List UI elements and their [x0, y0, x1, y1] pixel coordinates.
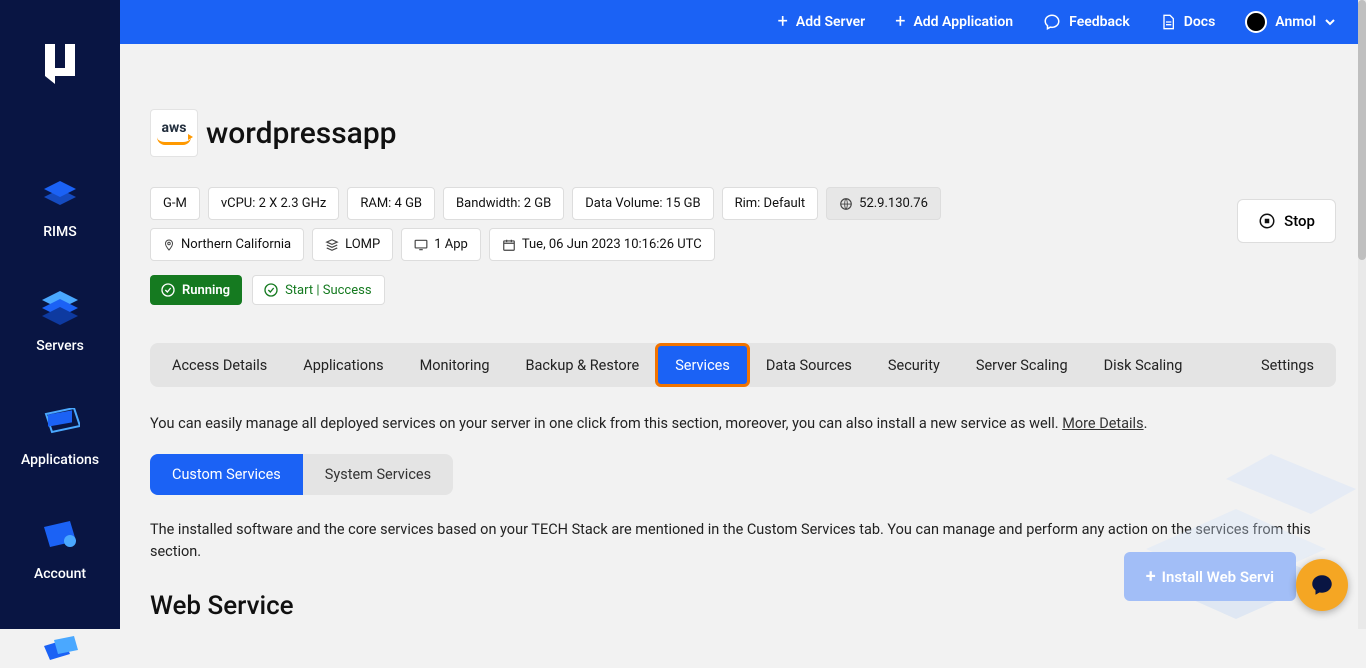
chip-bandwidth: Bandwidth: 2 GB [443, 187, 564, 220]
chat-icon [1309, 572, 1335, 598]
chip-ip[interactable]: 52.9.130.76 [826, 187, 941, 220]
tab-backup-restore[interactable]: Backup & Restore [508, 345, 658, 385]
sidebar-item-account[interactable]: Account [34, 518, 86, 582]
chevron-down-icon [1324, 16, 1336, 28]
services-intro: You can easily manage all deployed servi… [150, 415, 1336, 432]
sidebar-label: Servers [36, 338, 84, 354]
chat-icon [1043, 13, 1061, 31]
username-label: Anmol [1275, 14, 1316, 30]
tab-disk-scaling[interactable]: Disk Scaling [1086, 345, 1201, 385]
chip-region: Northern California [150, 228, 304, 261]
tab-services[interactable]: Services [657, 345, 748, 385]
last-action-badge: Start | Success [252, 275, 384, 305]
add-server-button[interactable]: + Add Server [778, 13, 866, 31]
server-tabs: Access Details Applications Monitoring B… [150, 343, 1336, 387]
topbar: + Add Server + Add Application Feedback … [120, 0, 1366, 44]
docs-label: Docs [1184, 14, 1216, 30]
globe-icon [839, 197, 853, 211]
servers-icon [42, 290, 78, 326]
sidebar-label: RIMS [43, 224, 77, 240]
account-icon [40, 518, 80, 554]
stack-icon [325, 238, 339, 252]
services-intro-period: . [1144, 415, 1148, 432]
stop-label: Stop [1284, 212, 1315, 230]
location-icon [163, 238, 175, 252]
services-intro-text: You can easily manage all deployed servi… [150, 415, 1062, 432]
subtab-custom-services[interactable]: Custom Services [150, 454, 303, 495]
applications-icon [40, 404, 80, 440]
scrollbar-thumb[interactable] [1358, 0, 1366, 260]
plus-icon: + [895, 13, 905, 31]
check-circle-icon [160, 282, 176, 298]
docs-icon [1160, 13, 1176, 31]
tab-applications[interactable]: Applications [285, 345, 401, 385]
plus-icon: + [778, 13, 788, 31]
provider-badge-aws: aws [150, 109, 198, 157]
chip-apps: 1 App [401, 228, 481, 261]
add-server-label: Add Server [796, 14, 865, 30]
brand-logo[interactable] [41, 40, 79, 96]
subtab-system-services[interactable]: System Services [303, 454, 453, 495]
check-circle-icon [263, 282, 279, 298]
rims-icon [42, 176, 78, 212]
tab-access-details[interactable]: Access Details [154, 345, 285, 385]
server-chips-row2: Northern California LOMP 1 App Tue, 06 J… [150, 228, 1050, 261]
stop-icon [1258, 212, 1276, 230]
services-subtabs: Custom Services System Services [150, 454, 453, 495]
chip-stack: LOMP [312, 228, 393, 261]
calendar-icon [502, 238, 516, 252]
chip-rim: Rim: Default [722, 187, 819, 220]
scrollbar[interactable] [1358, 0, 1366, 629]
chip-vcpu: vCPU: 2 X 2.3 GHz [208, 187, 340, 220]
sidebar-label: Account [34, 566, 86, 582]
docs-link[interactable]: Docs [1160, 13, 1216, 31]
tab-server-scaling[interactable]: Server Scaling [958, 345, 1086, 385]
user-menu[interactable]: Anmol [1245, 11, 1336, 33]
main-panel: aws wordpressapp G-M vCPU: 2 X 2.3 GHz R… [120, 44, 1366, 629]
more-details-link[interactable]: More Details [1062, 415, 1143, 432]
stop-button[interactable]: Stop [1237, 199, 1336, 243]
chat-support-button[interactable] [1296, 559, 1348, 611]
chip-created: Tue, 06 Jun 2023 10:16:26 UTC [489, 228, 715, 261]
chip-data-volume: Data Volume: 15 GB [572, 187, 713, 220]
status-label: Running [182, 283, 230, 298]
plus-icon: + [1146, 566, 1156, 587]
feedback-label: Feedback [1069, 14, 1130, 30]
provider-label: aws [162, 121, 187, 135]
tab-security[interactable]: Security [870, 345, 958, 385]
install-web-service-label: Install Web Servi [1162, 568, 1274, 586]
sidebar-item-applications[interactable]: Applications [21, 404, 99, 468]
sidebar-label: Applications [21, 452, 99, 468]
tickets-icon [40, 632, 80, 668]
tab-settings[interactable]: Settings [1243, 345, 1332, 385]
sidebar: RIMS Servers Applications Account [0, 0, 120, 629]
status-badge-running: Running [150, 275, 242, 305]
sidebar-item-rims[interactable]: RIMS [42, 176, 78, 240]
monitor-icon [414, 239, 428, 251]
server-chips-row1: G-M vCPU: 2 X 2.3 GHz RAM: 4 GB Bandwidt… [150, 187, 1050, 220]
feedback-link[interactable]: Feedback [1043, 13, 1130, 31]
add-application-button[interactable]: + Add Application [895, 13, 1013, 31]
page-title: wordpressapp [206, 116, 397, 151]
last-action-label: Start | Success [285, 283, 371, 298]
add-application-label: Add Application [913, 14, 1013, 30]
avatar [1245, 11, 1267, 33]
chip-plan: G-M [150, 187, 200, 220]
install-web-service-button[interactable]: + Install Web Servi [1124, 552, 1296, 601]
tab-data-sources[interactable]: Data Sources [748, 345, 870, 385]
sidebar-item-tickets[interactable] [40, 632, 80, 668]
tab-monitoring[interactable]: Monitoring [402, 345, 508, 385]
sidebar-item-servers[interactable]: Servers [36, 290, 84, 354]
chip-ram: RAM: 4 GB [347, 187, 435, 220]
